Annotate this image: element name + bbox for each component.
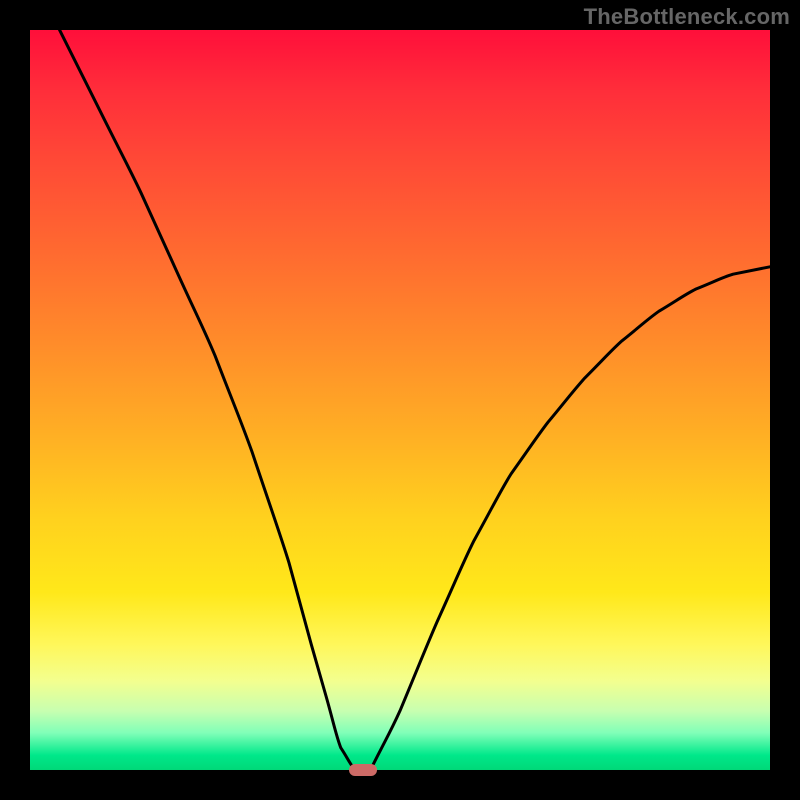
bottleneck-curve xyxy=(30,30,770,770)
plot-area xyxy=(30,30,770,770)
bottleneck-marker xyxy=(349,764,377,776)
watermark-text: TheBottleneck.com xyxy=(584,4,790,30)
chart-frame: TheBottleneck.com xyxy=(0,0,800,800)
